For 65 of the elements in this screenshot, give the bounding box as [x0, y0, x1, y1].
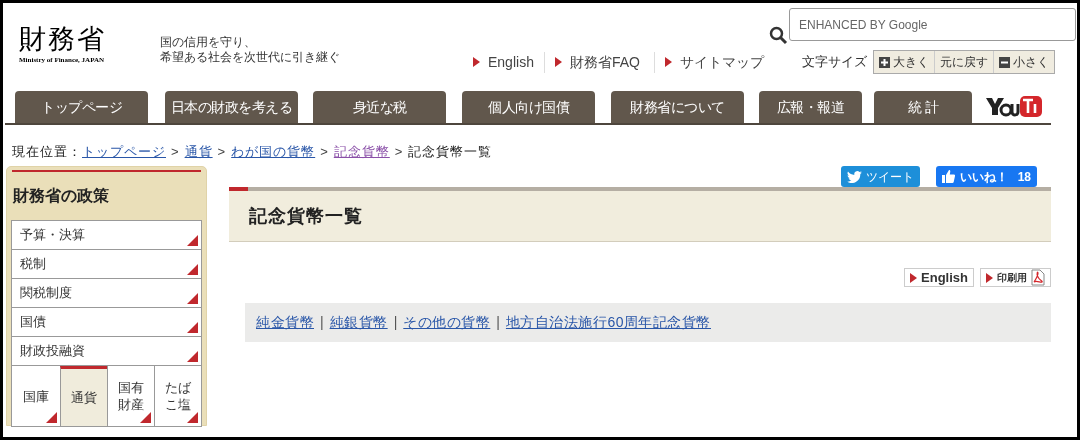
corner-triangle-icon: [187, 322, 198, 333]
nav-tab[interactable]: 財務省について: [611, 91, 744, 123]
triangle-icon: [910, 272, 918, 283]
corner-triangle-icon: [140, 412, 151, 423]
tool-link[interactable]: 印刷用: [980, 268, 1051, 287]
link-separator: |: [496, 313, 500, 332]
sidebar-tile[interactable]: 通貨: [60, 366, 107, 426]
sidebar-title: 財務省の政策: [12, 186, 110, 206]
breadcrumb-link[interactable]: わが国の貨幣: [231, 142, 316, 162]
search-icon[interactable]: [769, 26, 788, 45]
nav-tab[interactable]: 身近な税: [313, 91, 446, 123]
plus-icon: [878, 56, 890, 68]
tweet-button[interactable]: ツイート: [840, 166, 920, 187]
tool-link[interactable]: English: [904, 268, 974, 287]
like-button[interactable]: いいね！ 18: [935, 166, 1037, 187]
page-title: 記念貨幣一覧: [249, 204, 363, 228]
coin-link[interactable]: 純金貨幣: [256, 312, 314, 333]
corner-triangle-icon: [187, 293, 198, 304]
nav-tab[interactable]: トップページ: [15, 91, 148, 123]
link-separator: |: [393, 313, 398, 332]
coin-link[interactable]: 地方自治法施行60周年記念貨幣: [505, 312, 711, 333]
header-link[interactable]: サイトマップ: [653, 51, 774, 73]
bird-icon: [846, 170, 862, 183]
corner-triangle-icon: [187, 235, 198, 246]
font-size-label: 文字サイズ: [801, 53, 867, 72]
logo-title: 財務省: [19, 23, 106, 55]
nav-tab[interactable]: 広報・報道: [759, 91, 862, 123]
font-size-button[interactable]: 元に戻す: [933, 51, 993, 73]
triangle-icon: [473, 57, 480, 67]
thumbs-up-icon: [941, 170, 955, 183]
search-field[interactable]: ENHANCED BY Google: [789, 8, 1076, 41]
breadcrumb-current: 記念貨幣一覧: [408, 143, 493, 162]
breadcrumb-separator: >: [217, 143, 227, 162]
tagline: 国の信用を守り、: [160, 35, 257, 50]
video-logo-icon[interactable]: [984, 95, 1042, 117]
corner-triangle-icon: [187, 412, 198, 423]
corner-triangle-icon: [187, 351, 198, 362]
triangle-icon: [986, 272, 993, 283]
sidebar-tile[interactable]: たばこ塩: [154, 366, 201, 426]
corner-triangle-icon: [46, 412, 57, 423]
breadcrumb-link[interactable]: 記念貨幣: [333, 142, 390, 162]
pdf-icon: [1031, 269, 1045, 286]
coin-link[interactable]: その他の貨幣: [403, 312, 491, 333]
header-link[interactable]: English: [463, 51, 544, 73]
breadcrumb-label: 現在位置：: [12, 143, 82, 162]
nav-tab[interactable]: 統 計: [874, 91, 972, 123]
triangle-icon: [554, 57, 562, 67]
triangle-icon: [664, 57, 672, 67]
header-link[interactable]: 財務省FAQ: [543, 51, 654, 73]
font-size-button[interactable]: 大きく: [873, 51, 934, 73]
breadcrumb-separator: >: [171, 143, 180, 162]
minus-icon: [998, 56, 1010, 68]
coin-link[interactable]: 純銀貨幣: [329, 312, 388, 333]
breadcrumb-link[interactable]: トップページ: [82, 142, 166, 162]
tagline: 希望ある社会を次世代に引き継ぐ: [160, 50, 340, 65]
font-size-button[interactable]: 小さく: [992, 51, 1054, 73]
breadcrumb-link[interactable]: 通貨: [184, 142, 213, 162]
nav-tab[interactable]: 日本の財政を考える: [165, 91, 298, 123]
sidebar-tile[interactable]: 国有財産: [107, 366, 154, 426]
breadcrumb-separator: >: [320, 143, 329, 162]
corner-triangle-icon: [187, 264, 198, 275]
nav-tab[interactable]: 個人向け国債: [462, 91, 595, 123]
like-count: 18: [1017, 168, 1031, 186]
breadcrumb-separator: >: [394, 143, 404, 162]
link-separator: |: [320, 313, 324, 332]
